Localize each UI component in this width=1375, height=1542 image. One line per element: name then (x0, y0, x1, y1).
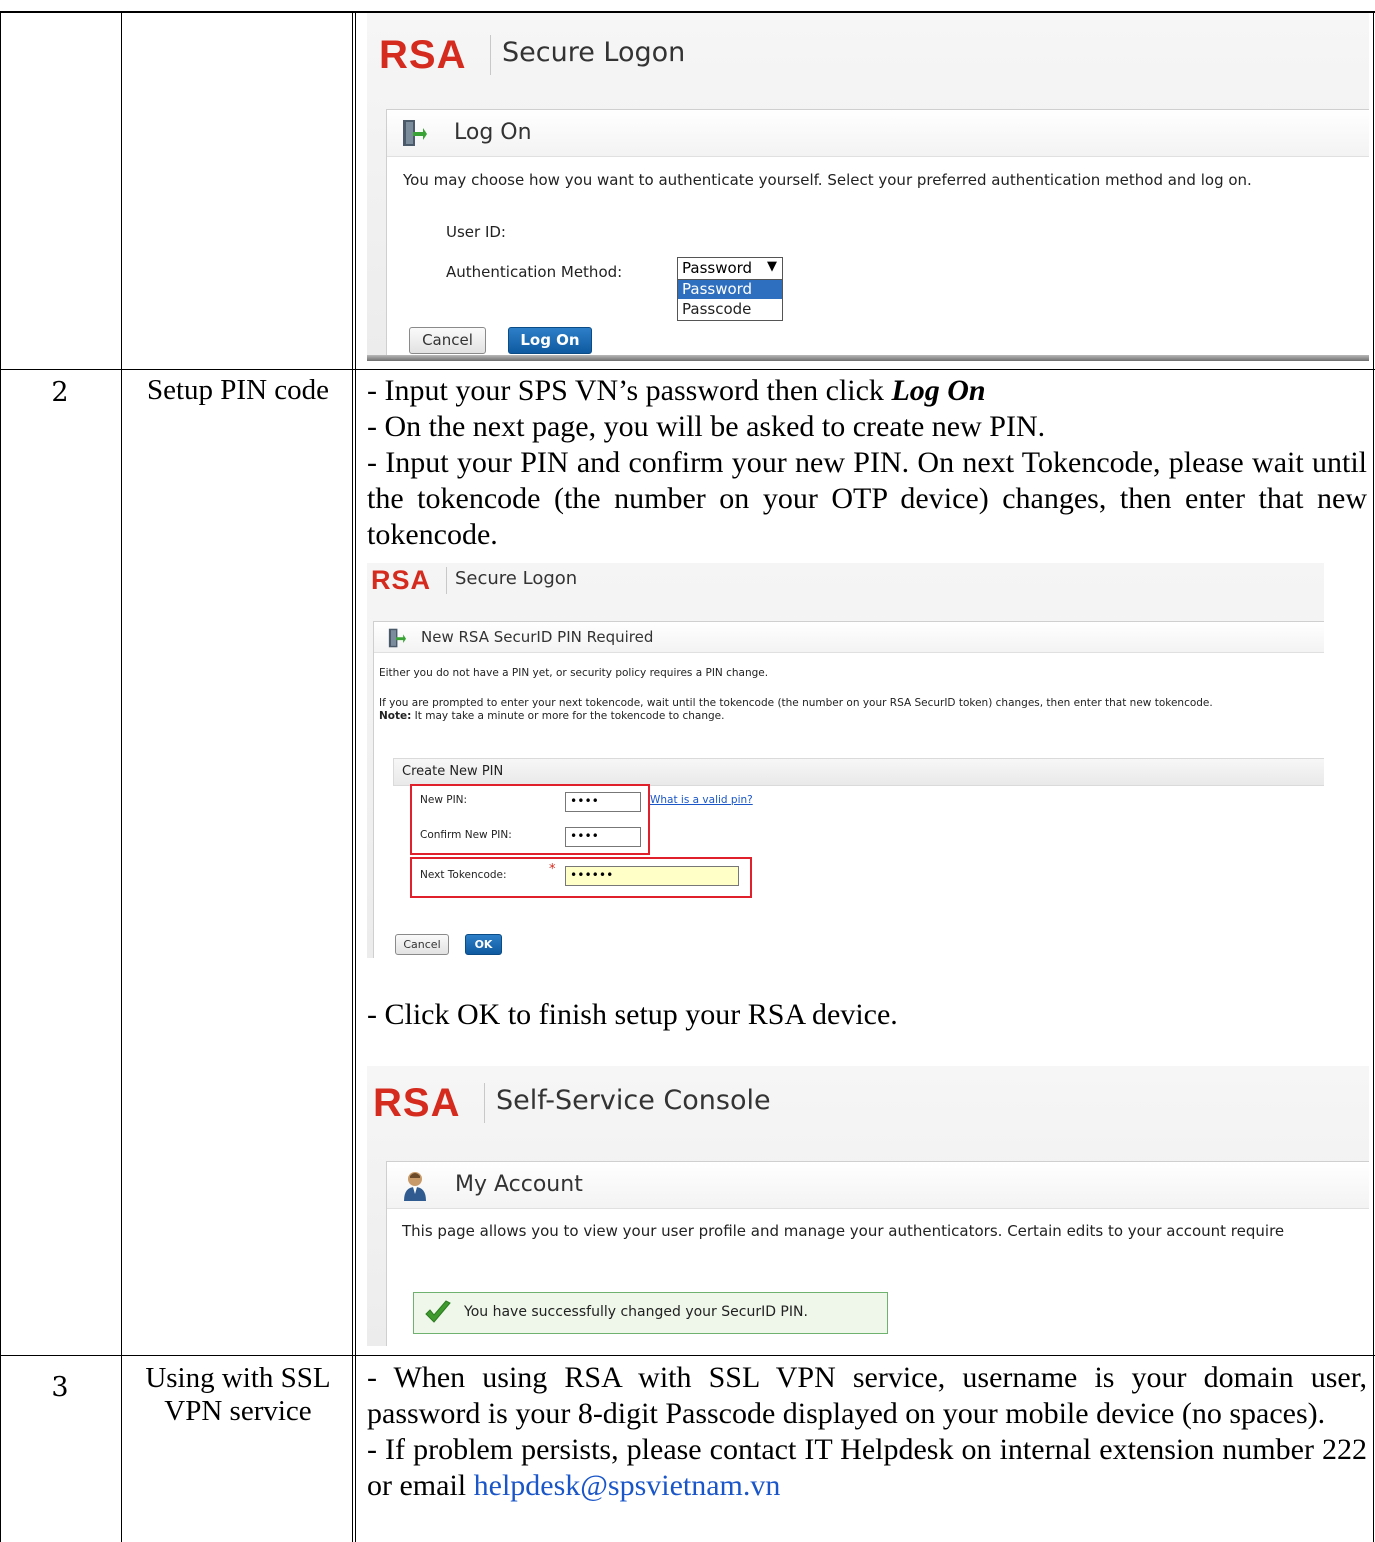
new-pin-input[interactable]: •••• (565, 792, 641, 812)
panel-title: New RSA SecurID PIN Required (421, 628, 654, 646)
instruction-line: - If problem persists, please contact IT… (367, 1433, 1367, 1502)
door-icon (388, 628, 406, 648)
row-number-3: 3 (51, 1372, 69, 1403)
cancel-button[interactable]: Cancel (395, 934, 449, 955)
cancel-button[interactable]: Cancel (409, 327, 486, 354)
panel-title: Log On (454, 120, 532, 145)
door-icon (403, 120, 427, 146)
document-page: RSA Secure Logon Log On You may choose h… (0, 0, 1375, 1542)
rsa-logo: RSA (379, 33, 467, 77)
panel-header (387, 110, 1369, 157)
logo-separator (446, 567, 447, 594)
pin-info-line-2: If you are prompted to enter your next t… (379, 697, 1213, 709)
create-pin-title: Create New PIN (402, 764, 504, 779)
rsa-logo: RSA (371, 565, 432, 595)
table-left-border (0, 11, 1, 1542)
account-description: This page allows you to view your user p… (402, 1222, 1285, 1240)
auth-method-label: Authentication Method: (446, 263, 623, 281)
logo-separator (490, 35, 491, 75)
valid-pin-link[interactable]: What is a valid pin? (650, 794, 753, 806)
screenshot-new-pin: RSA Secure Logon New RSA SecurID PIN Req… (367, 563, 1324, 958)
confirm-pin-label: Confirm New PIN: (420, 829, 512, 841)
checkmark-icon (425, 1300, 451, 1323)
panel-title: My Account (455, 1172, 583, 1197)
table-row-divider-1 (0, 369, 1375, 370)
table-col-divider-1 (121, 11, 122, 1542)
step-3-instructions: - When using RSA with SSL VPN service, u… (367, 1360, 1367, 1504)
auth-option-passcode[interactable]: Passcode (678, 300, 782, 319)
table-right-border (1373, 11, 1374, 1542)
log-on-emphasis: Log On (891, 374, 986, 407)
app-title: Secure Logon (455, 568, 578, 589)
instruction-text: You may choose how you want to authentic… (403, 171, 1252, 189)
instruction-line: - When using RSA with SSL VPN service, u… (367, 1361, 1367, 1430)
screenshot-self-service-console: RSA Self-Service Console My Account This… (367, 1066, 1369, 1346)
logon-button[interactable]: Log On (508, 327, 592, 354)
rsa-logo: RSA (373, 1081, 461, 1125)
helpdesk-email-link[interactable]: helpdesk@spsvietnam.vn (474, 1469, 781, 1502)
logon-panel: Log On You may choose how you want to au… (386, 109, 1369, 361)
step-2-finish-text: - Click OK to finish setup your RSA devi… (367, 998, 898, 1031)
step-title-3: Using with SSL VPN service (145, 1362, 331, 1427)
pin-info-line-1: Either you do not have a PIN yet, or sec… (379, 667, 769, 679)
account-panel: My Account This page allows you to view … (386, 1161, 1369, 1346)
instruction-line: - Input your SPS VN’s password then clic… (367, 374, 986, 407)
confirm-pin-input[interactable]: •••• (565, 827, 641, 847)
next-tokencode-input[interactable]: •••••• (565, 866, 739, 886)
required-asterisk: * (549, 862, 556, 877)
screenshot-secure-logon: RSA Secure Logon Log On You may choose h… (367, 13, 1369, 361)
row-number-2: 2 (51, 377, 69, 408)
step-title-2: Setup PIN code (146, 374, 330, 406)
auth-method-dropdown-list: Password Passcode (677, 279, 783, 321)
app-title: Self-Service Console (496, 1085, 771, 1116)
auth-option-password[interactable]: Password (678, 280, 782, 299)
new-pin-label: New PIN: (420, 794, 468, 806)
table-col-divider-2b (355, 11, 356, 1542)
next-tokencode-label: Next Tokencode: (420, 869, 507, 881)
instruction-line: - On the next page, you will be asked to… (367, 410, 1046, 443)
auth-method-selected: Password (682, 259, 753, 277)
chevron-down-icon: ▼ (767, 259, 777, 274)
user-icon (404, 1172, 426, 1201)
table-row-divider-2 (0, 1355, 1375, 1356)
pin-note-line: Note: It may take a minute or more for t… (379, 710, 725, 722)
instruction-line: - Input your PIN and confirm your new PI… (367, 446, 1367, 551)
app-title: Secure Logon (502, 37, 686, 68)
step-2-instructions: - Input your SPS VN’s password then clic… (367, 373, 1367, 553)
table-col-divider-2 (352, 11, 353, 1542)
create-pin-section-header (393, 758, 1324, 786)
user-id-label: User ID: (446, 223, 506, 241)
success-message: You have successfully changed your Secur… (464, 1304, 808, 1320)
auth-method-select[interactable]: Password ▼ (677, 257, 783, 280)
screenshot-bottom-edge (367, 355, 1369, 361)
ok-button[interactable]: OK (465, 934, 502, 955)
success-message-box: You have successfully changed your Secur… (413, 1292, 888, 1334)
logo-separator (484, 1083, 485, 1123)
